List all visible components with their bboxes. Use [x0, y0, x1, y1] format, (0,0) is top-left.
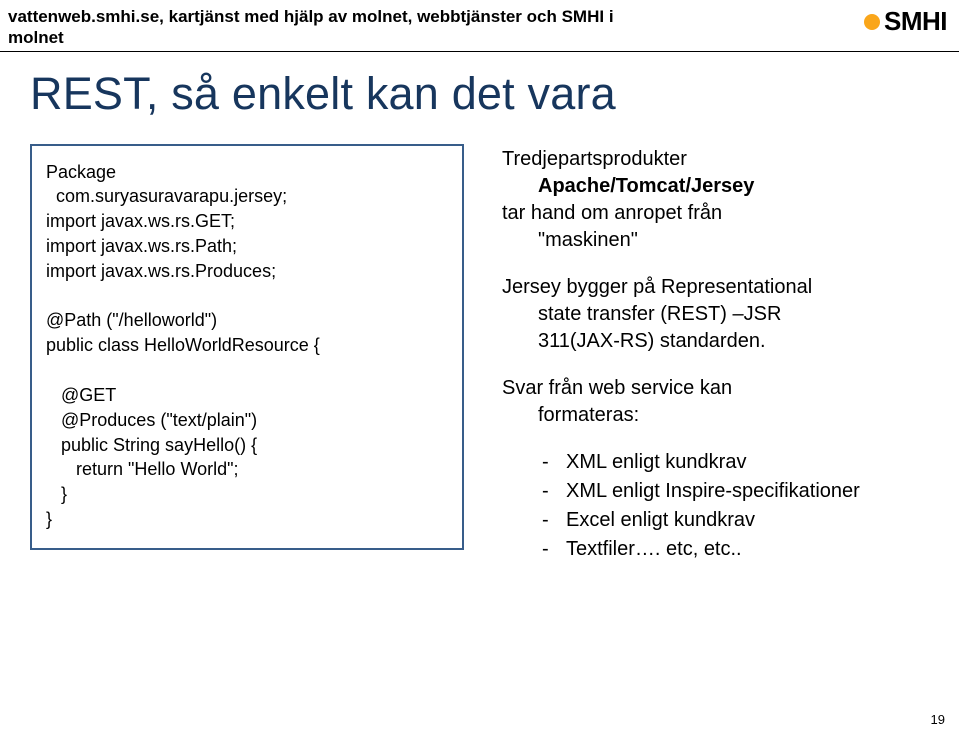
header-line-2: molnet [8, 28, 64, 47]
code-line: public class HelloWorldResource { [46, 335, 320, 355]
code-line: } [46, 484, 67, 504]
p1-line: Tredjepartsprodukter [502, 148, 687, 170]
header-subtitle: vattenweb.smhi.se, kartjänst med hjälp a… [8, 6, 614, 49]
code-line: return "Hello World"; [46, 459, 239, 479]
third-party-block: Tredjepartsprodukter Apache/Tomcat/Jerse… [502, 146, 939, 254]
left-column: Package com.suryasuravarapu.jersey; impo… [30, 144, 464, 565]
format-block: Svar från web service kan formateras: [502, 375, 939, 429]
dash-icon: - [538, 536, 566, 563]
code-line: import javax.ws.rs.GET; [46, 211, 235, 231]
jersey-block: Jersey bygger på Representational state … [502, 274, 939, 355]
code-line: public String sayHello() { [46, 435, 257, 455]
code-line: @Path ("/helloworld") [46, 310, 217, 330]
slide-title: REST, så enkelt kan det vara [0, 60, 959, 144]
code-line: Package [46, 162, 116, 182]
code-box: Package com.suryasuravarapu.jersey; impo… [30, 144, 464, 550]
p2-line: state transfer (REST) –JSR [502, 301, 939, 328]
p1-line: "maskinen" [502, 227, 939, 254]
dash-icon: - [538, 478, 566, 505]
list-item: - XML enligt kundkrav [538, 449, 939, 476]
bullet-text: XML enligt Inspire-specifikationer [566, 478, 939, 505]
bullet-text: Textfiler…. etc, etc.. [566, 536, 939, 563]
p3-line: formateras: [502, 402, 939, 429]
header-divider [0, 51, 959, 52]
p1-line: tar hand om anropet från [502, 202, 722, 224]
slide-content: Package com.suryasuravarapu.jersey; impo… [0, 144, 959, 565]
code-line: } [46, 509, 52, 529]
smhi-logo-text: SMHI [884, 6, 947, 37]
code-line: @Produces ("text/plain") [46, 410, 257, 430]
code-line: import javax.ws.rs.Path; [46, 236, 237, 256]
bullet-text: XML enligt kundkrav [566, 449, 939, 476]
p2-line: 311(JAX-RS) standarden. [502, 328, 939, 355]
header-line-1: vattenweb.smhi.se, kartjänst med hjälp a… [8, 7, 614, 26]
p1-bold-line: Apache/Tomcat/Jersey [502, 173, 939, 200]
dash-icon: - [538, 507, 566, 534]
code-line: import javax.ws.rs.Produces; [46, 261, 276, 281]
bullet-text: Excel enligt kundkrav [566, 507, 939, 534]
right-column: Tredjepartsprodukter Apache/Tomcat/Jerse… [502, 144, 939, 565]
code-line: com.suryasuravarapu.jersey; [46, 186, 287, 206]
list-item: - Textfiler…. etc, etc.. [538, 536, 939, 563]
smhi-dot-icon [864, 14, 880, 30]
slide-header: vattenweb.smhi.se, kartjänst med hjälp a… [0, 0, 959, 49]
code-line: @GET [46, 385, 116, 405]
smhi-logo: SMHI [864, 6, 947, 37]
p3-line: Svar från web service kan [502, 377, 732, 399]
list-item: - XML enligt Inspire-specifikationer [538, 478, 939, 505]
bullet-list: - XML enligt kundkrav - XML enligt Inspi… [502, 449, 939, 563]
list-item: - Excel enligt kundkrav [538, 507, 939, 534]
p2-line: Jersey bygger på Representational [502, 276, 812, 298]
dash-icon: - [538, 449, 566, 476]
page-number: 19 [931, 712, 945, 727]
